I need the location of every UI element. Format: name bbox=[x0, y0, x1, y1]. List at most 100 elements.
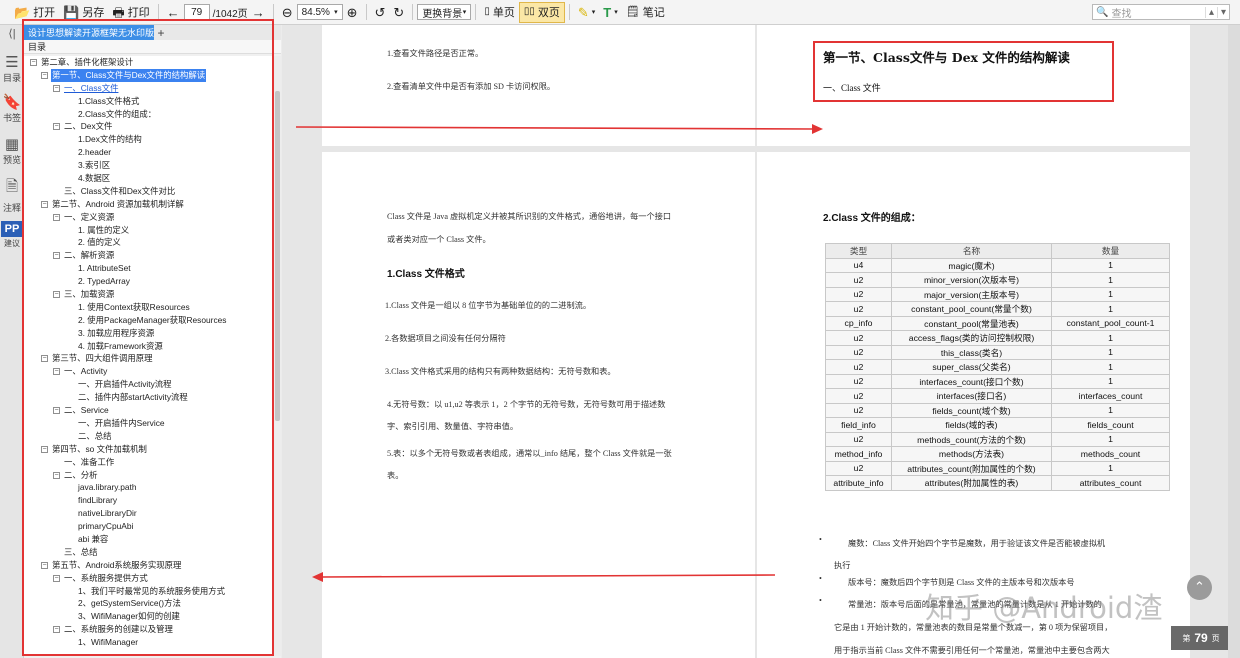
toc-item[interactable]: − 二、Service bbox=[24, 404, 274, 417]
collapse-toggle-icon[interactable]: − bbox=[41, 445, 48, 453]
highlight-button[interactable]: ✎ ▾ bbox=[574, 2, 599, 23]
toc-item[interactable]: primaryCpuAbi bbox=[24, 520, 274, 533]
toc-item[interactable]: 1. 使用Context获取Resources bbox=[24, 301, 274, 314]
toc-item[interactable]: − 第一节、Class文件与Dex文件的结构解读 bbox=[24, 68, 274, 82]
saveas-button[interactable]: 💾 另存 bbox=[59, 2, 108, 23]
toc-item[interactable]: 1、我们平时最常见的系统服务使用方式 bbox=[24, 585, 274, 598]
page-number-input[interactable]: 79 bbox=[183, 4, 210, 20]
collapse-toggle-icon[interactable]: − bbox=[41, 561, 48, 569]
scrollbar-thumb[interactable] bbox=[275, 91, 280, 421]
background-select[interactable]: 更换背景 ▾ bbox=[417, 4, 472, 20]
document-scrollbar[interactable] bbox=[1228, 25, 1240, 658]
toc-item[interactable]: 2. 使用PackageManager获取Resources bbox=[24, 314, 274, 327]
collapse-toggle-icon[interactable]: − bbox=[53, 84, 60, 92]
toc-item[interactable]: 3.索引区 bbox=[24, 159, 274, 172]
toc-item[interactable]: − 二、Dex文件 bbox=[24, 120, 274, 133]
sidebar-item-toc[interactable]: ☰ 目录 bbox=[0, 53, 24, 84]
collapse-toggle-icon[interactable]: − bbox=[53, 291, 60, 299]
toc-item[interactable]: − 二、系统服务的创建以及管理 bbox=[24, 623, 274, 636]
toc-item[interactable]: − 一、Activity bbox=[24, 365, 274, 378]
collapse-panel-button[interactable]: ⟨| bbox=[0, 27, 24, 40]
toc-item[interactable]: − 三、加载资源 bbox=[24, 288, 274, 301]
toc-scrollbar[interactable] bbox=[274, 56, 281, 656]
collapse-toggle-icon[interactable]: − bbox=[53, 213, 60, 221]
toc-item[interactable]: 3、WifiManager如何的创建 bbox=[24, 610, 274, 623]
toc-item[interactable]: abi 兼容 bbox=[24, 533, 274, 546]
toc-item[interactable]: 三、Class文件和Dex文件对比 bbox=[24, 185, 274, 198]
toc-item[interactable]: 二、插件内部startActivity流程 bbox=[24, 391, 274, 404]
toc-item[interactable]: 1.Class文件格式 bbox=[24, 95, 274, 108]
print-button[interactable]: 🖶 打印 bbox=[108, 2, 153, 23]
toc-item[interactable]: 1.Dex文件的结构 bbox=[24, 133, 274, 146]
zoom-in-button[interactable]: ⊕ bbox=[343, 2, 362, 23]
toc-item[interactable]: − 二、解析资源 bbox=[24, 249, 274, 262]
toc-item[interactable]: 2.header bbox=[24, 146, 274, 159]
toc-item[interactable]: − 一、Class文件 bbox=[24, 82, 274, 95]
toc-item[interactable]: findLibrary bbox=[24, 494, 274, 507]
toc-item[interactable]: 一、准备工作 bbox=[24, 456, 274, 469]
scroll-top-button[interactable]: ⌃ bbox=[1187, 575, 1212, 600]
toc-item[interactable]: 1、WifiManager bbox=[24, 636, 274, 649]
toc-item[interactable]: 1. 属性的定义 bbox=[24, 224, 274, 237]
table-cell: super_class(父类名) bbox=[891, 359, 1052, 375]
toc-item[interactable]: − 第二章、插件化框架设计 bbox=[24, 56, 274, 69]
collapse-toggle-icon[interactable]: − bbox=[53, 252, 60, 260]
table-cell: attributes_count(附加属性的个数) bbox=[891, 460, 1052, 476]
toc-item[interactable]: 3. 加载应用程序资源 bbox=[24, 327, 274, 340]
toc-item[interactable]: 4. 加载Framework资源 bbox=[24, 340, 274, 353]
collapse-toggle-icon[interactable]: − bbox=[53, 368, 60, 376]
toc-item[interactable]: 2. TypedArray bbox=[24, 275, 274, 288]
double-page-button[interactable]: ▯▯ 双页 bbox=[518, 1, 565, 23]
toc-item[interactable]: 1. AttributeSet bbox=[24, 262, 274, 275]
notes-button[interactable]: 🗒 笔记 bbox=[622, 2, 669, 23]
toc-item[interactable]: − 第四节、so 文件加载机制 bbox=[24, 443, 274, 456]
sidebar-item-preview[interactable]: ▦ 预览 bbox=[0, 135, 24, 166]
document-viewer[interactable]: 1.查看文件路径是否正常。 2.查看清单文件中是否有添加 SD 卡访问权限。 第… bbox=[282, 25, 1240, 658]
rotate-right-button[interactable]: ↻ bbox=[389, 2, 408, 23]
collapse-toggle-icon[interactable]: − bbox=[41, 355, 48, 363]
toc-item[interactable]: − 第五节、Android系统服务实现原理 bbox=[24, 559, 274, 572]
collapse-toggle-icon[interactable]: − bbox=[53, 574, 60, 582]
toc-item[interactable]: − 第二节、Android 资源加载机制详解 bbox=[24, 198, 274, 211]
collapse-toggle-icon[interactable]: − bbox=[41, 71, 48, 79]
toc-item[interactable]: − 一、系统服务提供方式 bbox=[24, 572, 274, 585]
toc-item[interactable]: − 二、分析 bbox=[24, 469, 274, 482]
toc-item[interactable]: 三、总结 bbox=[24, 546, 274, 559]
sidebar-item-bookmark[interactable]: 🔖 书签 bbox=[0, 93, 24, 124]
toc-item[interactable]: 二、总结 bbox=[24, 430, 274, 443]
search-input[interactable]: 🔍 查找 ▴ ▾ bbox=[1092, 4, 1230, 20]
zoom-out-button[interactable]: ⊖ bbox=[278, 2, 297, 23]
next-page-button[interactable]: → bbox=[248, 2, 269, 23]
rotate-left-button[interactable]: ↺ bbox=[371, 2, 390, 23]
search-next-button[interactable]: ▾ bbox=[1217, 6, 1229, 18]
toc-item[interactable]: java.library.path bbox=[24, 481, 274, 494]
open-button[interactable]: 📂 打开 bbox=[10, 2, 59, 23]
single-page-button[interactable]: ▯ 单页 bbox=[480, 2, 519, 23]
toc-item[interactable]: − 第三节、四大组件调用原理 bbox=[24, 352, 274, 365]
toc-item[interactable]: 一、开启插件Activity流程 bbox=[24, 378, 274, 391]
toc-item[interactable]: nativeLibraryDir bbox=[24, 507, 274, 520]
text-button[interactable]: T ▾ bbox=[599, 2, 621, 23]
search-prev-button[interactable]: ▴ bbox=[1205, 6, 1217, 18]
toc-item[interactable]: 2. 值的定义 bbox=[24, 236, 274, 249]
table-cell: 1 bbox=[1051, 330, 1170, 346]
zoom-select[interactable]: 84.5% ▾ bbox=[296, 4, 343, 20]
prev-page-button[interactable]: ← bbox=[163, 2, 184, 23]
toc-item[interactable]: 4.数据区 bbox=[24, 172, 274, 185]
sidebar-item-annotation[interactable]: 🗎 注释 bbox=[0, 176, 24, 214]
toc-item[interactable]: 2.Class文件的组成： bbox=[24, 108, 274, 121]
toc-item[interactable]: 2、getSystemService()方法 bbox=[24, 597, 274, 610]
pp-badge[interactable]: PP bbox=[1, 221, 23, 237]
toc-item[interactable]: − 一、定义资源 bbox=[24, 211, 274, 224]
toc-item-label: 一、Activity bbox=[64, 366, 108, 377]
collapse-toggle-icon[interactable]: − bbox=[53, 407, 60, 415]
collapse-toggle-icon[interactable]: − bbox=[53, 626, 60, 634]
collapse-toggle-icon[interactable]: − bbox=[41, 200, 48, 208]
document-tab[interactable]: 设计思想解读开源框架无水印版× bbox=[24, 25, 154, 40]
collapse-toggle-icon[interactable]: − bbox=[53, 123, 60, 131]
add-tab-button[interactable]: + bbox=[154, 26, 168, 40]
table-cell: this_class(类名) bbox=[891, 344, 1052, 360]
collapse-toggle-icon[interactable]: − bbox=[53, 471, 60, 479]
toc-item[interactable]: 一、开启插件内Service bbox=[24, 417, 274, 430]
collapse-toggle-icon[interactable]: − bbox=[30, 59, 37, 66]
